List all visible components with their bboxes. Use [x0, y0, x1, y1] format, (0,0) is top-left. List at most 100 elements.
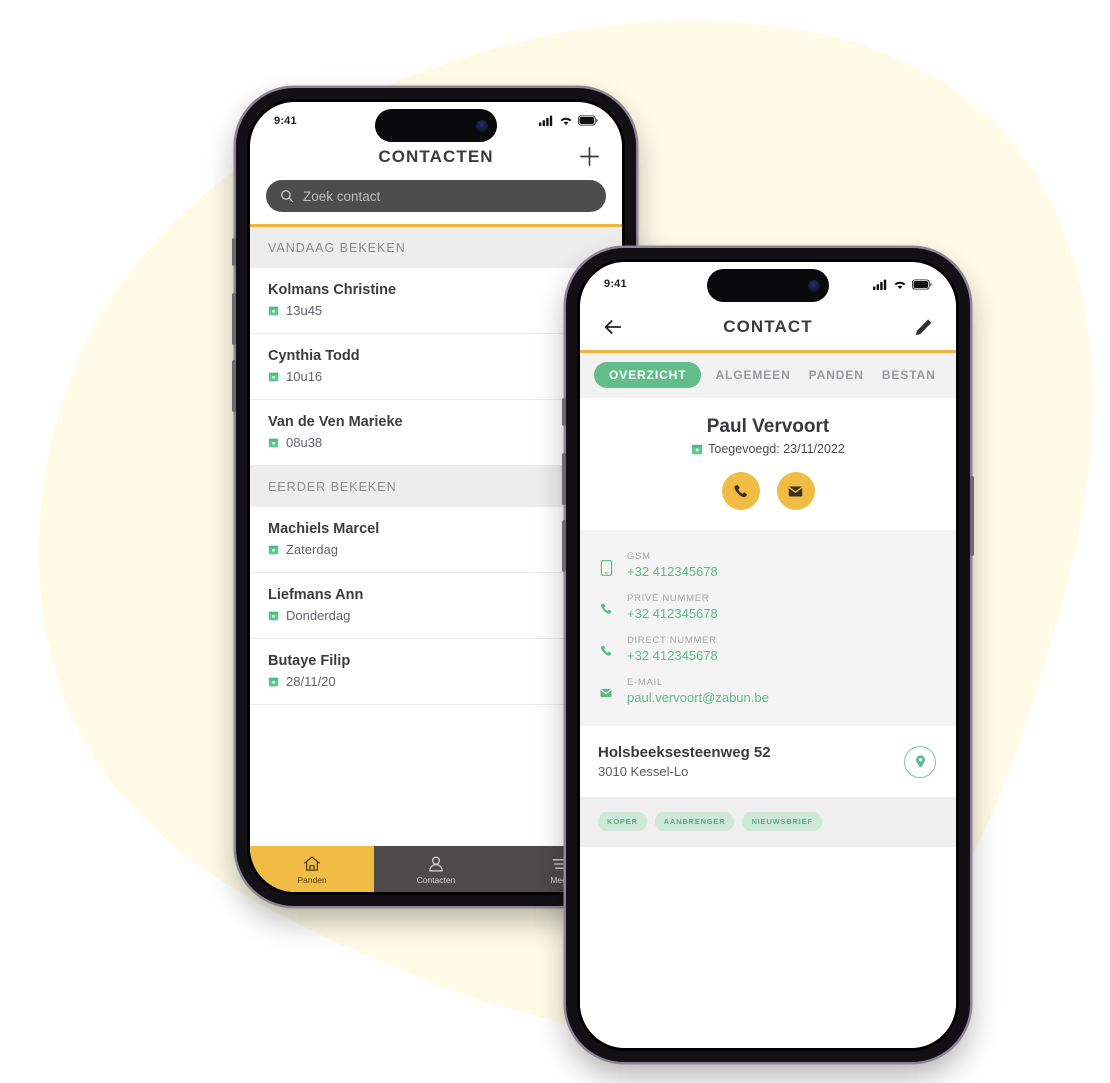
search-icon: [281, 190, 294, 203]
arrow-left-icon: [604, 320, 622, 334]
calendar-icon: [268, 611, 279, 621]
calendar-icon: [268, 306, 279, 316]
signal-icon: [873, 279, 887, 290]
contact-item-time: 08u38: [286, 434, 323, 450]
wifi-icon: [560, 117, 572, 126]
battery-icon: [578, 115, 598, 126]
contact-tag[interactable]: KOPER: [598, 812, 647, 831]
home-icon: [304, 855, 320, 871]
field-label: E-MAIL: [627, 677, 663, 688]
phone2-volume-down-button[interactable]: [562, 520, 566, 572]
edit-contact-button[interactable]: [908, 312, 938, 342]
search-section: Zoek contact: [250, 176, 622, 225]
list-section-header: VANDAAG BEKEKEN: [250, 226, 622, 268]
phone2-volume-up-button[interactable]: [562, 453, 566, 505]
contact-tag[interactable]: NIEUWSBRIEF: [742, 812, 822, 831]
signal-icon: [539, 115, 553, 127]
detail-empty-area: [580, 847, 956, 1048]
field-text: GSM +32 412345678: [627, 551, 718, 579]
contact-item-time: 13u45: [286, 302, 323, 318]
field-value[interactable]: +32 412345678: [627, 648, 718, 663]
calendar-icon: [691, 444, 703, 455]
pencil-icon: [915, 319, 931, 335]
field-label: GSM: [627, 551, 651, 562]
field-value[interactable]: paul.vervoort@zabun.be: [627, 690, 769, 705]
detail-tabs[interactable]: OVERZICHT ALGEMEEN PANDEN BESTAN: [580, 353, 956, 398]
contact-item-text: Cynthia Todd 10u16: [268, 348, 360, 384]
detail-tab-bestan[interactable]: BESTAN: [878, 362, 940, 388]
nav-tab-label: Contacten: [416, 874, 456, 885]
status-time-2: 9:41: [604, 278, 627, 290]
email-action-button[interactable]: [776, 472, 815, 510]
phone-icon: [734, 484, 747, 497]
contact-item-meta: 10u16: [268, 369, 360, 384]
field-text: PRIVÉ NUMMER +32 412345678: [627, 593, 718, 621]
phone2-bezel: 9:41 CONTACT OVERZICHT ALGEMEEN PANDEN B…: [577, 259, 959, 1051]
contact-tags[interactable]: KOPER AANBRENGER NIEUWSBRIEF: [580, 797, 956, 847]
status-time: 9:41: [274, 114, 297, 127]
contact-item-name: Butaye Filip: [268, 652, 351, 669]
calendar-icon: [268, 545, 279, 555]
address-line-2: 3010 Kessel-Lo: [598, 764, 689, 779]
open-map-button[interactable]: [904, 745, 936, 778]
contact-added-row: Toegevoegd: 23/11/2022: [594, 442, 942, 456]
contact-tag[interactable]: AANBRENGER: [654, 812, 735, 831]
search-input[interactable]: Zoek contact: [266, 180, 606, 213]
contact-item-name: Cynthia Todd: [268, 347, 360, 364]
contact-item-meta: 08u38: [268, 435, 403, 450]
field-value[interactable]: +32 412345678: [627, 606, 718, 621]
phone-contact-detail: 9:41 CONTACT OVERZICHT ALGEMEEN PANDEN B…: [562, 248, 974, 1062]
back-button[interactable]: [598, 312, 628, 342]
dynamic-island-2: [707, 269, 829, 302]
address-text: Holsbeeksesteenweg 52 3010 Kessel-Lo: [598, 744, 771, 779]
call-action-button[interactable]: [721, 472, 760, 510]
profile-actions: [594, 472, 942, 510]
calendar-icon: [268, 677, 279, 687]
field-icon: [598, 677, 614, 700]
contact-name: Paul Vervoort: [706, 416, 830, 437]
dynamic-island: [375, 109, 497, 142]
phone2-power-button[interactable]: [970, 476, 974, 556]
detail-tab-overzicht[interactable]: OVERZICHT: [594, 362, 702, 388]
page-title-detail: CONTACT: [723, 317, 813, 336]
field-value[interactable]: +32 412345678: [627, 564, 718, 579]
phone-icon: [600, 645, 612, 656]
contact-item-meta: 28/11/20: [268, 674, 350, 689]
add-contact-button[interactable]: [574, 142, 604, 172]
contact-item-time: 28/11/20: [286, 673, 336, 689]
contact-item-text: Machiels Marcel Zaterdag: [268, 521, 379, 557]
profile-header: Paul Vervoort Toegevoegd: 23/11/2022: [580, 398, 956, 530]
phone-screen-detail: 9:41 CONTACT OVERZICHT ALGEMEEN PANDEN B…: [580, 262, 956, 1048]
contact-item-meta: Donderdag: [268, 608, 363, 623]
contact-fields: GSM +32 412345678 PRIVÉ NUMMER +32 41234…: [580, 530, 956, 726]
phone-volume-up-button[interactable]: [232, 293, 236, 345]
contact-item-meta: 13u45: [268, 303, 396, 318]
contact-item-text: Van de Ven Marieke 08u38: [268, 414, 403, 450]
scene: 9:41 CONTACTEN Zoek contact VANDAAG BEKE…: [0, 0, 1110, 1083]
field-icon: [598, 551, 614, 576]
map-pin-icon: [915, 755, 925, 768]
contact-item-name: Van de Ven Marieke: [268, 413, 403, 430]
field-icon: [598, 593, 614, 616]
phone-mute-switch[interactable]: [232, 238, 236, 266]
nav-tab-contacten[interactable]: Contacten: [374, 846, 498, 892]
wifi-icon: [894, 281, 906, 289]
detail-tab-panden[interactable]: PANDEN: [805, 362, 868, 388]
phone2-mute-switch[interactable]: [562, 398, 566, 426]
status-icons-2: [873, 279, 932, 290]
page-title: CONTACTEN: [378, 146, 494, 166]
contact-field-row: E-MAIL paul.vervoort@zabun.be: [580, 670, 956, 712]
envelope-icon: [600, 688, 612, 698]
phone-volume-down-button[interactable]: [232, 360, 236, 412]
contact-item-time: Donderdag: [286, 607, 351, 623]
nav-tab-panden[interactable]: Panden: [250, 846, 374, 892]
detail-tab-algemeen[interactable]: ALGEMEEN: [711, 362, 794, 388]
search-placeholder: Zoek contact: [303, 188, 381, 204]
contact-item-name: Kolmans Christine: [268, 281, 397, 298]
contact-added-text: Toegevoegd: 23/11/2022: [708, 442, 845, 456]
front-camera-icon: [476, 119, 488, 132]
phone-icon: [600, 603, 612, 614]
contact-field-row: PRIVÉ NUMMER +32 412345678: [580, 586, 956, 628]
person-icon: [429, 856, 443, 871]
envelope-icon: [788, 486, 803, 496]
